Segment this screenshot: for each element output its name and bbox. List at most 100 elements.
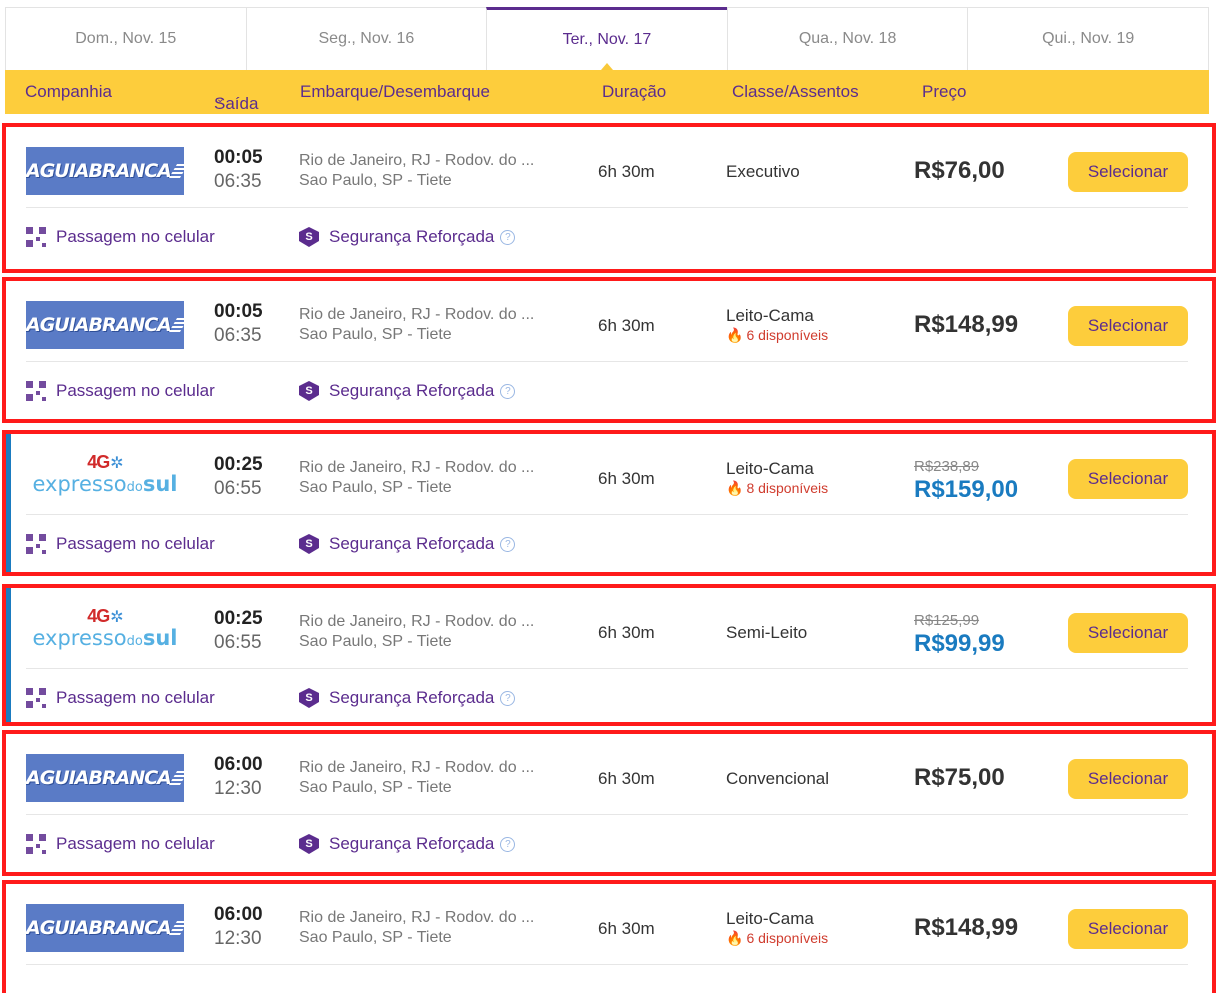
gear-icon: ✲ — [110, 609, 123, 626]
trip-route: Rio de Janeiro, RJ - Rodov. do ... Sao Pa… — [299, 305, 569, 345]
seat-class-label: Semi-Leito — [726, 623, 808, 642]
help-icon[interactable]: ? — [500, 690, 516, 706]
mobile-ticket-label: Passagem no celular — [56, 688, 215, 707]
seat-class: Leito-Cama 🔥 8 disponíveis — [726, 459, 828, 497]
security-label: Segurança Reforçada — [329, 534, 495, 553]
logo-text: AGUIABRANCA — [26, 314, 172, 336]
mobile-ticket-label: Passagem no celular — [56, 534, 215, 553]
select-button[interactable]: Selecionar — [1068, 306, 1188, 346]
header-duration: Duração — [602, 82, 667, 101]
trip-times: 00:05 06:35 — [214, 301, 284, 349]
seat-class-label: Leito-Cama — [726, 909, 814, 928]
mobile-ticket-feature: Passagem no celular — [26, 381, 215, 401]
trip-card[interactable]: 4G✲ expressodosul 00:25 06:55 Rio de Janeiro… — [2, 430, 1216, 576]
departure-time: 06:00 — [214, 904, 263, 925]
select-button[interactable]: Selecionar — [1068, 759, 1188, 799]
security-feature: S Segurança Reforçada? — [299, 381, 516, 401]
departure-time: 06:00 — [214, 754, 263, 775]
trip-price: R$99,99 — [914, 630, 1005, 657]
seat-class: Leito-Cama 🔥 6 disponíveis — [726, 306, 828, 344]
security-label: Segurança Reforçada — [329, 834, 495, 853]
seat-class: Leito-Cama 🔥 6 disponíveis — [726, 909, 828, 947]
tab-date-1[interactable]: Dom., Nov. 15 — [5, 7, 247, 70]
shield-icon: S — [299, 381, 319, 401]
qr-code-icon — [26, 688, 46, 708]
arrival-time: 06:35 — [214, 325, 262, 346]
tab-date-5[interactable]: Qui., Nov. 19 — [967, 7, 1209, 70]
trip-card[interactable]: AGUIABRANCA 06:00 12:30 Rio de Janeiro, RJ … — [2, 730, 1216, 876]
card-divider — [26, 814, 1188, 815]
destination-station: Sao Paulo, SP - Tiete — [299, 172, 452, 189]
logo-4g-text: 4G — [87, 452, 110, 472]
card-divider — [26, 514, 1188, 515]
tab-date-2[interactable]: Seg., Nov. 16 — [245, 7, 488, 70]
trip-duration: 6h 30m — [598, 316, 655, 335]
wing-icon — [168, 771, 184, 785]
mobile-ticket-feature: Passagem no celular — [26, 227, 215, 247]
mobile-ticket-feature: Passagem no celular — [26, 688, 215, 708]
trip-price: R$75,00 — [914, 764, 1005, 791]
trip-price: R$148,99 — [914, 914, 1019, 941]
trip-card[interactable]: AGUIABRANCA 00:05 06:35 Rio de Janeiro, RJ … — [2, 277, 1216, 423]
help-icon[interactable]: ? — [500, 229, 516, 245]
shield-icon: S — [299, 227, 319, 247]
card-divider — [26, 668, 1188, 669]
trip-times: 00:05 06:35 — [214, 147, 284, 195]
mobile-ticket-label: Passagem no celular — [56, 381, 215, 400]
help-icon[interactable]: ? — [500, 383, 516, 399]
qr-code-icon — [26, 381, 46, 401]
security-feature: S Segurança Reforçada? — [299, 834, 516, 854]
trip-route: Rio de Janeiro, RJ - Rodov. do ... Sao Pa… — [299, 151, 569, 191]
company-logo: 4G✲ expressodosul — [26, 452, 184, 500]
security-label: Segurança Reforçada — [329, 227, 495, 246]
logo-brand-prefix: expresso — [32, 626, 127, 650]
mobile-ticket-feature: Passagem no celular — [26, 534, 215, 554]
company-logo: 4G✲ expressodosul — [26, 606, 184, 654]
date-tabs: Dom., Nov. 15 Seg., Nov. 16 Ter., Nov. 1… — [5, 7, 1209, 70]
trip-route: Rio de Janeiro, RJ - Rodov. do ... Sao Pa… — [299, 758, 569, 798]
trip-route: Rio de Janeiro, RJ - Rodov. do ... Sao Pa… — [299, 908, 569, 948]
select-button[interactable]: Selecionar — [1068, 459, 1188, 499]
logo-brand-prefix: expresso — [32, 472, 127, 496]
shield-icon: S — [299, 834, 319, 854]
security-label: Segurança Reforçada — [329, 381, 495, 400]
mobile-ticket-label: Passagem no celular — [56, 227, 215, 246]
trip-card[interactable]: AGUIABRANCA 00:05 06:35 Rio de Janeiro, RJ … — [2, 123, 1216, 273]
availability: 🔥 8 disponíveis — [726, 480, 828, 497]
origin-station: Rio de Janeiro, RJ - Rodov. do ... — [299, 306, 535, 323]
select-button[interactable]: Selecionar — [1068, 152, 1188, 192]
logo-4g-text: 4G — [87, 606, 110, 626]
company-logo: AGUIABRANCA — [26, 904, 184, 952]
trip-times: 06:00 12:30 — [214, 754, 284, 802]
tab-date-3[interactable]: Ter., Nov. 17 — [486, 7, 728, 70]
trip-times: 00:25 06:55 — [214, 454, 284, 502]
select-button[interactable]: Selecionar — [1068, 613, 1188, 653]
chevron-down-icon[interactable]: ⌄ — [216, 94, 224, 105]
wing-icon — [168, 318, 184, 332]
destination-station: Sao Paulo, SP - Tiete — [299, 326, 452, 343]
availability: 🔥 6 disponíveis — [726, 930, 828, 947]
qr-code-icon — [26, 227, 46, 247]
logo-brand-suffix: sul — [142, 472, 178, 496]
help-icon[interactable]: ? — [500, 836, 516, 852]
destination-station: Sao Paulo, SP - Tiete — [299, 929, 452, 946]
arrival-time: 12:30 — [214, 778, 262, 799]
gear-icon: ✲ — [110, 455, 123, 472]
tab-date-4[interactable]: Qua., Nov. 18 — [726, 7, 969, 70]
seat-class-label: Leito-Cama — [726, 459, 814, 478]
help-icon[interactable]: ? — [500, 536, 516, 552]
trip-card[interactable]: 4G✲ expressodosul 00:25 06:55 Rio de Janeiro… — [2, 584, 1216, 726]
origin-station: Rio de Janeiro, RJ - Rodov. do ... — [299, 613, 535, 630]
trip-route: Rio de Janeiro, RJ - Rodov. do ... Sao Pa… — [299, 612, 569, 652]
header-class: Classe/Assentos — [732, 82, 859, 101]
destination-station: Sao Paulo, SP - Tiete — [299, 779, 452, 796]
arrival-time: 06:55 — [214, 632, 262, 653]
shield-icon: S — [299, 534, 319, 554]
trip-card[interactable]: AGUIABRANCA 06:00 12:30 Rio de Janeiro, RJ … — [2, 880, 1216, 993]
security-feature: S Segurança Reforçada? — [299, 688, 516, 708]
qr-code-icon — [26, 834, 46, 854]
arrival-time: 06:55 — [214, 478, 262, 499]
select-button[interactable]: Selecionar — [1068, 909, 1188, 949]
trip-duration: 6h 30m — [598, 769, 655, 788]
logo-brand-mid: do — [126, 480, 143, 495]
